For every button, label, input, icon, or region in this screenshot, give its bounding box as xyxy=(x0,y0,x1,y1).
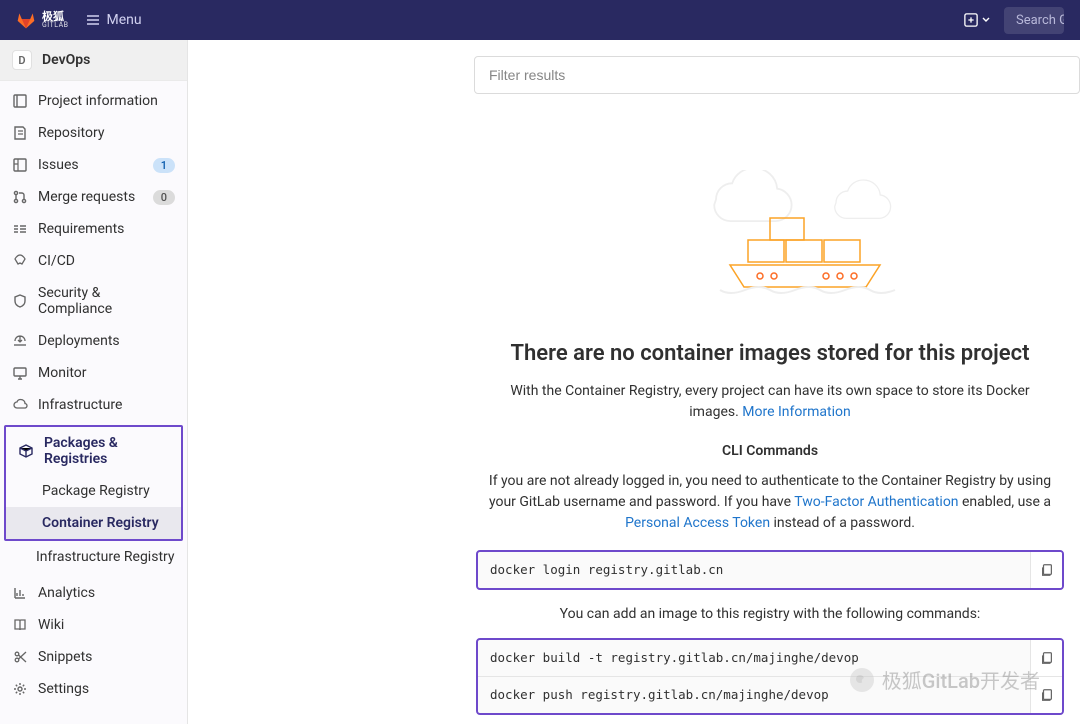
docker-login-command-box: docker login registry.gitlab.cn xyxy=(476,550,1064,590)
clipboard-icon xyxy=(1040,563,1054,577)
menu-button[interactable]: Menu xyxy=(77,8,150,32)
sidebar: D DevOps Project information Repository … xyxy=(0,40,188,724)
merge-icon xyxy=(12,189,28,205)
sidebar-item-merge-requests[interactable]: Merge requests 0 xyxy=(0,181,187,213)
sidebar-item-security[interactable]: Security & Compliance xyxy=(0,277,187,325)
empty-state-subtitle: With the Container Registry, every proje… xyxy=(460,381,1080,423)
container-ship-illustration xyxy=(610,170,930,300)
copy-build-button[interactable] xyxy=(1030,640,1062,676)
sidebar-sub-package-registry[interactable]: Package Registry xyxy=(6,475,181,507)
gear-icon xyxy=(12,681,28,697)
mr-count-badge: 0 xyxy=(153,190,175,205)
monitor-icon xyxy=(12,365,28,381)
empty-state: There are no container images stored for… xyxy=(460,110,1080,724)
sidebar-item-project-information[interactable]: Project information xyxy=(0,85,187,117)
sidebar-item-packages-registries[interactable]: Packages & Registries xyxy=(6,427,181,475)
project-avatar: D xyxy=(12,50,32,70)
rocket-icon xyxy=(12,253,28,269)
sidebar-item-infrastructure[interactable]: Infrastructure xyxy=(0,389,187,421)
sidebar-item-deployments[interactable]: Deployments xyxy=(0,325,187,357)
docker-build-push-box: docker build -t registry.gitlab.cn/majin… xyxy=(476,638,1064,715)
sidebar-item-repository[interactable]: Repository xyxy=(0,117,187,149)
sidebar-item-requirements[interactable]: Requirements xyxy=(0,213,187,245)
personal-access-token-link[interactable]: Personal Access Token xyxy=(625,515,770,531)
sidebar-item-issues[interactable]: Issues 1 xyxy=(0,149,187,181)
sidebar-sub-container-registry[interactable]: Container Registry xyxy=(6,507,181,539)
copy-login-button[interactable] xyxy=(1030,552,1062,588)
scissors-icon xyxy=(12,649,28,665)
main-content: There are no container images stored for… xyxy=(188,40,1080,724)
logo-text: 极狐 GITLAB xyxy=(42,11,69,29)
empty-state-title: There are no container images stored for… xyxy=(460,340,1080,369)
hamburger-icon xyxy=(85,12,101,28)
more-information-link[interactable]: More Information xyxy=(742,404,850,420)
repository-icon xyxy=(12,125,28,141)
sidebar-item-wiki[interactable]: Wiki xyxy=(0,609,187,641)
project-context-header[interactable]: D DevOps xyxy=(0,40,187,81)
search-input[interactable]: Search G xyxy=(1004,7,1064,34)
two-factor-auth-link[interactable]: Two-Factor Authentication xyxy=(794,494,958,510)
plus-square-icon xyxy=(964,13,978,27)
docker-build-command[interactable]: docker build -t registry.gitlab.cn/majin… xyxy=(478,640,1030,675)
chevron-down-icon xyxy=(982,16,990,24)
shield-icon xyxy=(12,293,28,309)
project-icon xyxy=(12,93,28,109)
sidebar-item-analytics[interactable]: Analytics xyxy=(0,577,187,609)
issues-count-badge: 1 xyxy=(153,158,175,173)
deployments-icon xyxy=(12,333,28,349)
sidebar-item-cicd[interactable]: CI/CD xyxy=(0,245,187,277)
clipboard-icon xyxy=(1040,688,1054,702)
menu-label: Menu xyxy=(107,12,142,28)
book-icon xyxy=(12,617,28,633)
docker-push-command[interactable]: docker push registry.gitlab.cn/majinghe/… xyxy=(478,677,1030,712)
docker-login-command[interactable]: docker login registry.gitlab.cn xyxy=(478,552,1030,587)
sidebar-item-settings[interactable]: Settings xyxy=(0,673,187,705)
copy-push-button[interactable] xyxy=(1030,677,1062,713)
project-name: DevOps xyxy=(42,52,90,68)
cli-auth-text: If you are not already logged in, you ne… xyxy=(460,471,1080,534)
gitlab-logo-icon xyxy=(16,10,36,30)
logo[interactable]: 极狐 GITLAB xyxy=(16,10,69,30)
requirements-icon xyxy=(12,221,28,237)
topbar: 极狐 GITLAB Menu Search G xyxy=(0,0,1080,40)
package-icon xyxy=(18,443,34,459)
sidebar-packages-highlight: Packages & Registries Package Registry C… xyxy=(4,425,183,541)
sidebar-item-snippets[interactable]: Snippets xyxy=(0,641,187,673)
cloud-gear-icon xyxy=(12,397,28,413)
add-image-text: You can add an image to this registry wi… xyxy=(460,606,1080,622)
sidebar-item-monitor[interactable]: Monitor xyxy=(0,357,187,389)
cli-commands-heading: CLI Commands xyxy=(460,443,1080,459)
clipboard-icon xyxy=(1040,651,1054,665)
chart-icon xyxy=(12,585,28,601)
create-new-button[interactable] xyxy=(958,9,996,31)
issues-icon xyxy=(12,157,28,173)
filter-results-input[interactable] xyxy=(474,56,1080,94)
sidebar-sub-infrastructure-registry[interactable]: Infrastructure Registry xyxy=(0,541,187,573)
